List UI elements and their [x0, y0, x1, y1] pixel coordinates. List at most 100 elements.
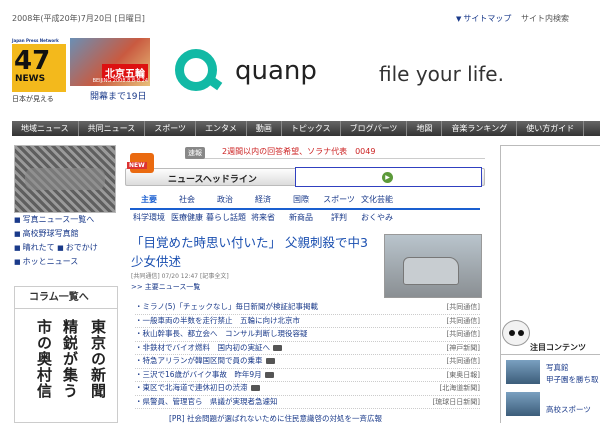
- news-item[interactable]: ・ミラノ(5)「チェックなし」毎日新聞が検証記事掲載 [共同通信]: [135, 301, 480, 315]
- nav-item[interactable]: トピックス: [282, 121, 341, 136]
- category-tab[interactable]: 将来省: [244, 211, 282, 225]
- triangle-icon: ▼: [456, 15, 462, 23]
- category-tab[interactable]: 新商品: [282, 211, 320, 225]
- news-item[interactable]: ・県警員、管理官ら 県議が実現者急遽知 [琉球日日新聞]: [135, 396, 480, 409]
- 47news-logo[interactable]: Japan Press Network 47 NEWS 日本が見える: [12, 38, 66, 104]
- olympic-dates: BEIJING 2008.8.8-8.24: [92, 78, 148, 84]
- arrow-icon: >>: [131, 283, 143, 291]
- banner-tagline: file your life.: [379, 62, 504, 86]
- category-tabs: 主要 社会 政治 経済 国際 スポーツ 文化芸能 科学環境 医療健康 暮らし話題 将来省 新商品 評判…: [130, 193, 480, 225]
- category-tab[interactable]: 社会: [168, 193, 206, 207]
- main-news-list-link[interactable]: >> 主要ニュース一覧: [131, 282, 376, 292]
- news-item-source: [共同通信]: [446, 316, 480, 325]
- nav-item[interactable]: 地域ニュース: [12, 121, 79, 136]
- link-hare-odekake[interactable]: ■ 晴れたて ■ おでかけ: [14, 241, 118, 255]
- news-item-source: [琉球日日新聞]: [432, 397, 480, 406]
- category-tab[interactable]: 評判: [320, 211, 358, 225]
- news-item-title: ・秋山幹事長、都立会へ コンサル判断し現役容疑: [135, 328, 308, 341]
- breaking-tag: 速報: [185, 147, 205, 159]
- column-list-link[interactable]: コラム一覧へ: [15, 287, 117, 309]
- news-list: ・ミラノ(5)「チェックなし」毎日新聞が検証記事掲載 [共同通信] ・一般車両の半数…: [135, 301, 480, 409]
- sports-thumb[interactable]: [506, 392, 540, 416]
- news-item[interactable]: ・秋山幹事長、都立会へ コンサル判断し現役容疑 [共同通信]: [135, 328, 480, 342]
- category-tab[interactable]: スポーツ: [320, 193, 358, 207]
- right-link-sports[interactable]: 高校スポーツ: [546, 404, 591, 415]
- category-tab[interactable]: 科学環境: [130, 211, 168, 225]
- news-item-source: [共同通信]: [446, 330, 480, 338]
- news-item[interactable]: ・三沢で16歳がバイク事故 昨年9月 [東奥日報]: [135, 369, 480, 382]
- nav-item[interactable]: 地図: [407, 121, 443, 136]
- quanp-ad-banner[interactable]: quanp file your life.: [155, 38, 600, 104]
- quanp-logo-tail: [205, 74, 223, 91]
- nav-item[interactable]: エンタメ: [196, 121, 247, 136]
- category-tab[interactable]: 国際: [282, 193, 320, 207]
- news-item-title: ・三沢で16歳がバイク事故 昨年9月: [135, 369, 274, 382]
- link-baseball-album[interactable]: ■ 高校野球写真館: [14, 227, 118, 241]
- news-item-title: ・東区で北海道で連休初日の渋滞: [135, 382, 260, 395]
- news-item-title: ・特急アリランが韓国区間で員の乗車: [135, 355, 275, 368]
- news-item-source: [共同通信]: [446, 303, 480, 311]
- link-photo-news[interactable]: ■ 写真ニュース一覧へ: [14, 213, 118, 227]
- news-item[interactable]: ・特急アリランが韓国区間で員の乗車 [共同通信]: [135, 355, 480, 369]
- nav-item[interactable]: スポーツ: [145, 121, 197, 136]
- category-tab[interactable]: おくやみ: [358, 211, 396, 225]
- bullet-icon: ■: [14, 258, 21, 266]
- category-row: 科学環境 医療健康 暮らし話題 将来省 新商品 評判 おくやみ: [130, 211, 480, 225]
- logo-subtitle: Japan Press Network: [12, 38, 59, 43]
- olympic-countdown: 開幕まで19日: [90, 92, 147, 102]
- photo-gallery-thumb[interactable]: [506, 360, 540, 384]
- news-item-text: ・秋山幹事長、都立会へ コンサル判断し現役容疑: [135, 329, 308, 338]
- column-box: コラム一覧へ 東京の新聞 精鋭が集う 市の奥村信: [14, 286, 118, 423]
- news-item-text: ・東区で北海道で連休初日の渋滞: [135, 383, 248, 392]
- link-hot-news[interactable]: ■ ホッとニュース: [14, 255, 118, 269]
- camera-icon: [265, 358, 275, 364]
- category-tab[interactable]: 文化芸能: [358, 193, 396, 207]
- play-icon[interactable]: ▶: [382, 172, 393, 183]
- site-search-label[interactable]: サイト内検索: [521, 13, 569, 24]
- news-item-title: ・非鉄材でバイオ燃料 国内初の実証へ: [135, 342, 282, 355]
- right-link-photo[interactable]: 写真館: [546, 362, 569, 373]
- category-tab[interactable]: 医療健康: [168, 211, 206, 225]
- mascot-eye: [509, 330, 515, 336]
- category-tab[interactable]: 暮らし話題: [206, 211, 246, 225]
- nav-item[interactable]: 音楽ランキング: [442, 121, 518, 136]
- olympic-banner[interactable]: 北京五輪 BEIJING 2008.8.8-8.24 開幕まで19日: [70, 38, 150, 104]
- bullet-icon: ■: [14, 244, 21, 252]
- date-text: 2008年(平成20年)7月20日 [日曜日]: [12, 14, 145, 23]
- news-item-title: ・県警員、管理官ら 県議が実現者急遽知: [135, 396, 278, 409]
- bullet-icon: ■: [14, 216, 21, 224]
- top-story-title[interactable]: 「目覚めた時思い付いた」 父親刺殺で中3少女供述: [131, 233, 376, 271]
- bullet-icon: ■: [57, 244, 64, 252]
- breaking-news-bar[interactable]: 速報 2週間以内の回答希望、ソラナ代表 0049: [185, 145, 485, 159]
- bullet-icon: ■: [14, 230, 21, 238]
- category-divider: [130, 208, 480, 210]
- highschool-baseball-photo[interactable]: [14, 145, 116, 213]
- nav-item[interactable]: 共同ニュース: [79, 121, 146, 136]
- banner-brand: quanp: [235, 56, 317, 86]
- mascot-icon: [502, 320, 530, 346]
- category-tab[interactable]: 経済: [244, 193, 282, 207]
- category-tab[interactable]: 主要: [130, 193, 168, 207]
- news-item-text: ・三沢で16歳がバイク事故 昨年9月: [135, 369, 262, 379]
- news-item[interactable]: ・非鉄材でバイオ燃料 国内初の実証へ [神戸新聞]: [135, 342, 480, 355]
- nav-item[interactable]: 使い方ガイド: [517, 121, 585, 136]
- column-text-line: 東京の新聞: [89, 319, 107, 399]
- link-label: 晴れたて: [22, 243, 55, 252]
- sitemap-link[interactable]: ▼ サイトマップ: [456, 13, 511, 24]
- news-item-text: ・県警員、管理官ら 県議が実現者急遽知: [135, 396, 278, 406]
- headline-ticker[interactable]: ▶: [295, 167, 482, 187]
- nav-item[interactable]: ブログパーツ: [341, 121, 408, 136]
- news-item-title: ・一般車両の半数を走行禁止 五輪に向け北京市: [135, 315, 300, 328]
- mascot-eye: [518, 330, 524, 336]
- news-item[interactable]: ・一般車両の半数を走行禁止 五輪に向け北京市 [共同通信]: [135, 315, 480, 328]
- right-link-koshien[interactable]: 甲子園を勝ち取: [546, 374, 599, 385]
- top-story-photo[interactable]: [384, 234, 482, 298]
- news-item[interactable]: ・東区で北海道で連休初日の渋滞 [北海道新聞]: [135, 382, 480, 396]
- category-tab[interactable]: 政治: [206, 193, 244, 207]
- top-story-meta: [共同通信] 07/20 12:47 [記事全文]: [131, 273, 229, 280]
- nav-item[interactable]: 動画: [247, 121, 282, 136]
- pr-line[interactable]: [PR] 社会問題が選ばれないために住民意識啓の対処を一斉広報: [169, 413, 382, 424]
- logo-number: 47: [14, 46, 51, 76]
- column-text-line: 精鋭が集う: [61, 319, 79, 399]
- attention-contents-title: 注目コンテンツ: [530, 343, 586, 352]
